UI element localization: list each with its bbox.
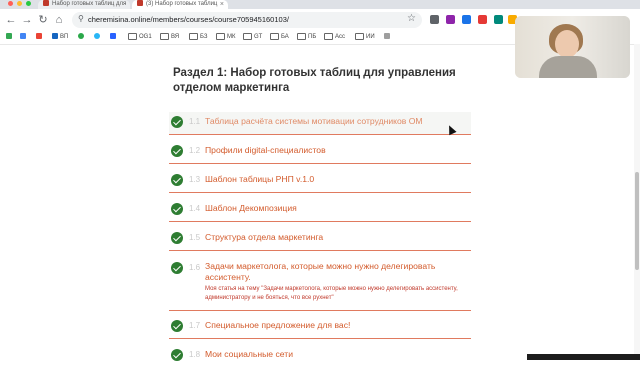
bookmark-item[interactable] (384, 33, 392, 42)
lesson-row[interactable]: 1.2 Профили digital-специалистов (169, 140, 471, 164)
lesson-number: 1.7 (189, 321, 201, 330)
bookmark-star-icon[interactable]: ☆ (407, 13, 416, 24)
webcam-overlay (515, 16, 630, 78)
bookmark-item[interactable] (94, 33, 102, 42)
bookmark-item[interactable] (20, 33, 28, 42)
section-title: Раздел 1: Набор готовых таблиц для управ… (173, 67, 456, 94)
lesson-title[interactable]: Структура отдела маркетинга (205, 232, 323, 242)
tab-label: (3) Набор готовых таблиц (146, 1, 218, 7)
completed-check-icon (171, 349, 183, 361)
browser-tab[interactable]: Набор готовых таблиц для (38, 0, 130, 9)
lesson-number: 1.6 (189, 263, 201, 272)
folder-icon (160, 33, 169, 40)
url-text: cheremisina.online/members/courses/cours… (88, 15, 289, 24)
scrollbar-thumb[interactable] (635, 172, 639, 270)
folder-icon (216, 33, 225, 40)
bookmark-folder[interactable]: ПБ (297, 33, 316, 42)
lesson-row[interactable]: 1.6 Задачи маркетолога, которые можно ну… (169, 256, 471, 311)
folder-icon (324, 33, 333, 40)
tab-strip: Набор готовых таблиц для (3) Набор готов… (0, 0, 640, 9)
bookmark-folder[interactable]: ИИ (355, 33, 375, 42)
bookmark-item[interactable] (6, 33, 14, 42)
site-favicon-icon (43, 0, 49, 7)
lesson-number: 1.8 (189, 350, 201, 359)
bookmark-item[interactable] (78, 33, 86, 42)
lesson-row[interactable]: 1.4 Шаблон Декомпозиция (169, 198, 471, 222)
lesson-row[interactable]: 1.8 Мои социальные сети (169, 343, 471, 367)
address-bar[interactable]: ⚲ cheremisina.online/members/courses/cou… (72, 12, 422, 28)
forward-icon[interactable]: → (20, 13, 34, 27)
lesson-number: 1.1 (189, 117, 201, 126)
folder-icon (128, 33, 137, 40)
site-favicon-icon (137, 0, 143, 7)
bookmark-item[interactable] (110, 33, 118, 42)
lesson-row[interactable]: 1.3 Шаблон таблицы РНП v.1.0 (169, 169, 471, 193)
back-icon[interactable]: ← (4, 13, 18, 27)
lesson-number: 1.2 (189, 146, 201, 155)
bookmark-folder[interactable]: БЗ (189, 33, 208, 42)
lesson-title[interactable]: Шаблон таблицы РНП v.1.0 (205, 174, 314, 184)
lesson-title[interactable]: Специальное предложение для вас! (205, 320, 350, 330)
bookmark-item[interactable] (36, 33, 44, 42)
completed-check-icon (171, 203, 183, 215)
extension-icon[interactable] (478, 15, 487, 24)
completed-check-icon (171, 320, 183, 332)
lesson-number: 1.4 (189, 204, 201, 213)
folder-icon (243, 33, 252, 40)
lesson-title[interactable]: Мои социальные сети (205, 349, 293, 359)
site-info-icon[interactable]: ⚲ (78, 14, 84, 23)
completed-check-icon (171, 232, 183, 244)
window-controls (8, 1, 31, 6)
lesson-number: 1.3 (189, 175, 201, 184)
bookmark-folder[interactable]: ВЯ (160, 33, 179, 42)
extension-icon[interactable] (462, 15, 471, 24)
folder-icon (270, 33, 279, 40)
bookmark-label: ВП (60, 34, 69, 40)
lesson-title[interactable]: Задачи маркетолога, которые можно нужно … (205, 261, 465, 283)
minimize-window-icon[interactable] (17, 1, 22, 6)
completed-check-icon (171, 116, 183, 128)
extension-icon[interactable] (430, 15, 439, 24)
bookmark-item[interactable]: ВП (52, 33, 68, 42)
home-icon[interactable]: ⌂ (52, 13, 66, 27)
bookmark-folder[interactable]: МК (216, 33, 236, 42)
bookmark-folder[interactable]: БА (270, 33, 289, 42)
bookmark-folder[interactable]: Acc (324, 33, 345, 42)
close-window-icon[interactable] (8, 1, 13, 6)
lesson-title[interactable]: Таблица расчёта системы мотивации сотруд… (205, 116, 423, 126)
lesson-row[interactable]: 1.5 Структура отдела маркетинга (169, 227, 471, 251)
lesson-row[interactable]: 1.7 Специальное предложение для вас! (169, 314, 471, 339)
lesson-number: 1.5 (189, 233, 201, 242)
lesson-description: Моя статья на тему "Задачи маркетолога, … (205, 286, 458, 301)
extension-icon[interactable] (494, 15, 503, 24)
folder-icon (297, 33, 306, 40)
reload-icon[interactable]: ↻ (36, 13, 50, 27)
lesson-title[interactable]: Шаблон Декомпозиция (205, 203, 297, 213)
bookmark-folder[interactable]: GT (243, 33, 262, 42)
completed-check-icon (171, 145, 183, 157)
lesson-row[interactable]: 1.1 Таблица расчёта системы мотивации со… (169, 112, 471, 135)
folder-icon (355, 33, 364, 40)
tab-label: Набор готовых таблиц для (52, 1, 127, 7)
browser-tab-active[interactable]: (3) Набор готовых таблиц × (132, 0, 228, 9)
bookmark-folder[interactable]: OG1 (128, 33, 152, 42)
completed-check-icon (171, 262, 183, 274)
folder-icon (189, 33, 198, 40)
extension-icon[interactable] (446, 15, 455, 24)
close-tab-icon[interactable]: × (220, 0, 224, 9)
completed-check-icon (171, 174, 183, 186)
page-scrollbar[interactable] (634, 44, 640, 360)
maximize-window-icon[interactable] (26, 1, 31, 6)
lesson-title[interactable]: Профили digital-специалистов (205, 145, 326, 155)
overlay-strip (527, 354, 640, 360)
